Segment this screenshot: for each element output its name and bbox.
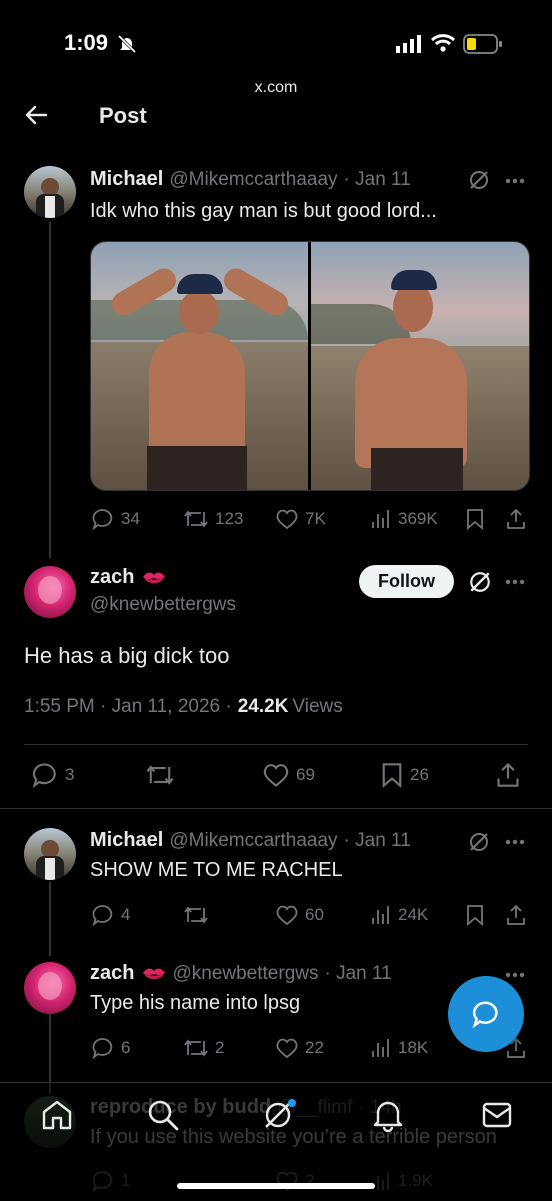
divider [24, 744, 528, 745]
like-button[interactable]: 60 [275, 904, 324, 926]
author-handle[interactable]: @Mikemccarthaaay [169, 830, 337, 852]
grok-icon[interactable] [468, 831, 490, 853]
media-grid[interactable] [90, 241, 530, 491]
follow-label: Follow [378, 571, 435, 591]
notifications-icon[interactable] [372, 1098, 404, 1132]
reply-button[interactable]: 6 [91, 1037, 130, 1059]
repost-count: 123 [215, 509, 244, 528]
post-timestamp: 1:55 PM · Jan 11, 2026 · [24, 696, 232, 717]
repost-button[interactable]: 123 [183, 508, 243, 530]
author-name[interactable]: zach [90, 566, 134, 589]
url-bar[interactable]: x.com [0, 79, 552, 97]
post-date: · Jan 11 [324, 962, 392, 984]
repost-count: 2 [215, 1038, 225, 1057]
grok-icon[interactable] [468, 169, 490, 191]
more-options-icon[interactable] [505, 972, 525, 978]
photo[interactable] [311, 242, 529, 490]
avatar[interactable] [24, 166, 76, 218]
reply-count: 3 [65, 765, 75, 784]
avatar[interactable] [24, 962, 76, 1014]
like-button[interactable]: 7K [275, 508, 326, 530]
bookmark-button[interactable] [465, 508, 485, 530]
photo[interactable] [91, 242, 308, 490]
like-button[interactable]: 69 [262, 762, 315, 788]
compose-reply-button[interactable] [448, 976, 524, 1052]
views-count[interactable]: 24.2K [238, 696, 289, 718]
bookmark-button[interactable]: 26 [380, 762, 429, 788]
thread-line [49, 882, 51, 956]
avatar[interactable] [24, 566, 76, 618]
wifi-icon [430, 33, 456, 53]
avatar[interactable] [24, 828, 76, 880]
share-button[interactable] [505, 508, 527, 530]
post-text: Type his name into lpsg [90, 992, 301, 1014]
messages-icon[interactable] [481, 1100, 513, 1130]
back-arrow-icon[interactable] [24, 104, 48, 126]
like-count: 60 [305, 905, 324, 924]
bookmark-button[interactable] [465, 904, 485, 926]
author-handle[interactable]: @Mikemccarthaaay [169, 169, 337, 191]
views-button[interactable]: 18K [370, 1037, 428, 1059]
share-button[interactable] [505, 904, 527, 926]
silent-bell-icon [116, 34, 138, 54]
follow-button[interactable]: Follow [359, 565, 454, 598]
author-handle[interactable]: @knewbettergws [90, 594, 236, 616]
views-count: 18K [398, 1038, 429, 1057]
more-options-icon[interactable] [505, 839, 525, 845]
more-options-icon[interactable] [505, 178, 525, 184]
like-count: 69 [296, 765, 315, 784]
home-icon[interactable] [40, 1098, 74, 1132]
author-name[interactable]: Michael [90, 829, 163, 852]
post-date: · Jan 11 [343, 829, 411, 851]
battery-icon [463, 34, 503, 54]
like-button[interactable]: 22 [275, 1037, 324, 1059]
views-count: 369K [398, 509, 438, 528]
repost-button[interactable] [145, 762, 175, 788]
status-bar: 1:09 x.com [0, 0, 552, 96]
reply-count: 6 [121, 1038, 131, 1057]
post-header: Michael @Mikemccarthaaay · Jan 11 [90, 829, 411, 852]
author-name[interactable]: Michael [90, 168, 163, 191]
repost-button[interactable] [183, 904, 209, 926]
home-indicator [177, 1183, 375, 1189]
signal-icon [396, 35, 422, 53]
post-date: · Jan 11 [343, 168, 411, 190]
post-text: SHOW ME TO ME RACHEL [90, 859, 343, 881]
repost-button[interactable]: 2 [183, 1037, 224, 1059]
share-button[interactable] [495, 762, 521, 788]
reply-count: 34 [121, 509, 140, 528]
grok-icon[interactable] [468, 570, 492, 594]
reply-bubble-icon [472, 1001, 498, 1029]
post-timestamp-row: 1:55 PM · Jan 11, 2026 · 24.2K Views [24, 696, 343, 718]
post-header: zach [90, 566, 166, 589]
page-title: Post [99, 103, 147, 128]
divider [0, 808, 552, 809]
reply-count: 4 [121, 905, 131, 924]
grok-nav-icon[interactable] [262, 1098, 296, 1132]
author-handle[interactable]: @knewbettergws [172, 963, 318, 985]
reply-button[interactable]: 4 [91, 904, 130, 926]
like-count: 7K [305, 509, 326, 528]
views-label: Views [292, 696, 343, 717]
post-text: Idk who this gay man is but good lord... [90, 200, 437, 222]
kiss-emoji-icon [142, 966, 166, 982]
more-options-icon[interactable] [505, 579, 525, 585]
author-name[interactable]: zach [90, 962, 134, 985]
views-count: 24K [398, 905, 429, 924]
post-header: zach @knewbettergws · Jan 11 [90, 962, 392, 985]
views-button[interactable]: 24K [370, 904, 428, 926]
like-count: 22 [305, 1038, 324, 1057]
kiss-emoji-icon [142, 570, 166, 586]
bookmark-count: 26 [410, 765, 429, 784]
search-icon[interactable] [146, 1098, 180, 1132]
main-post-text: He has a big dick too [24, 643, 230, 668]
thread-line [49, 222, 51, 558]
reply-button[interactable]: 3 [31, 762, 74, 788]
status-time: 1:09 [64, 30, 109, 55]
post-header: Michael @Mikemccarthaaay · Jan 11 [90, 168, 411, 191]
reply-button[interactable]: 34 [91, 508, 140, 530]
views-button[interactable]: 369K [370, 508, 438, 530]
